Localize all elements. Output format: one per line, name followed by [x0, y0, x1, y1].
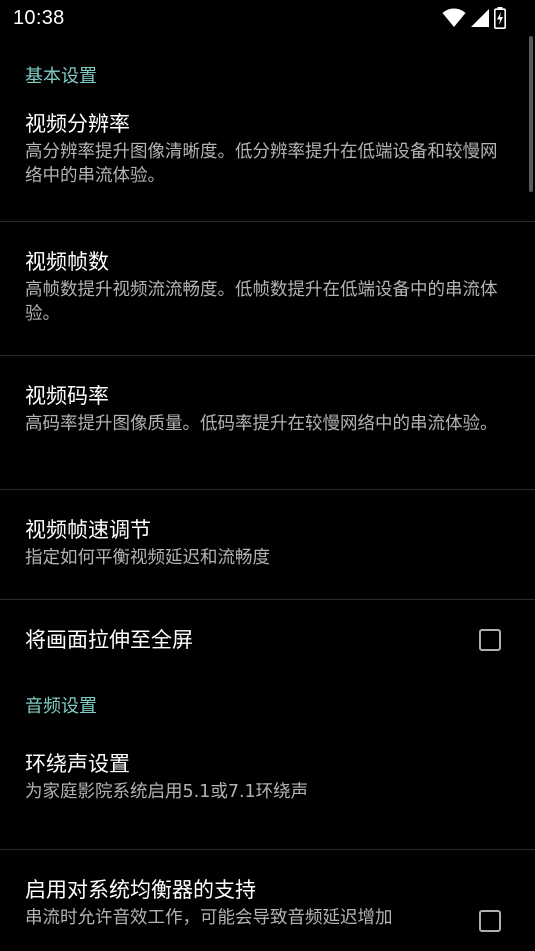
pref-frame-pacing-summary: 指定如何平衡视频延迟和流畅度	[25, 548, 270, 568]
category-audio-settings: 音频设置	[25, 696, 97, 717]
pref-system-equalizer-summary: 串流时允许音效工作，可能会导致音频延迟增加	[25, 908, 393, 928]
pref-video-bitrate[interactable]: 视频码率 高码率提升图像质量。低码率提升在较慢网络中的串流体验。	[0, 356, 535, 490]
battery-charging-icon	[494, 7, 506, 29]
status-bar: 10:38	[0, 0, 535, 36]
pref-video-bitrate-summary: 高码率提升图像质量。低码率提升在较慢网络中的串流体验。	[25, 414, 498, 434]
pref-surround-sound[interactable]: 环绕声设置 为家庭影院系统启用5.1或7.1环绕声	[0, 734, 535, 850]
pref-video-bitrate-title: 视频码率	[25, 384, 109, 408]
category-basic-settings: 基本设置	[25, 66, 97, 87]
pref-frame-pacing-title: 视频帧速调节	[25, 518, 151, 542]
status-icons	[442, 7, 506, 29]
wifi-icon	[442, 8, 466, 28]
pref-system-equalizer-title: 启用对系统均衡器的支持	[25, 878, 256, 902]
pref-system-equalizer-text: 启用对系统均衡器的支持 串流时允许音效工作，可能会导致音频延迟增加	[25, 876, 445, 930]
pref-video-resolution[interactable]: 视频分辨率 高分辨率提升图像清晰度。低分辨率提升在低端设备和较慢网络中的串流体验…	[0, 110, 535, 222]
pref-video-resolution-title: 视频分辨率	[25, 112, 130, 136]
pref-video-fps-title: 视频帧数	[25, 250, 109, 274]
pref-surround-sound-title: 环绕声设置	[25, 752, 130, 776]
pref-system-equalizer[interactable]: 启用对系统均衡器的支持 串流时允许音效工作，可能会导致音频延迟增加	[0, 850, 535, 951]
stretch-fullscreen-checkbox[interactable]	[479, 629, 501, 651]
pref-video-fps[interactable]: 视频帧数 高帧数提升视频流流畅度。低帧数提升在低端设备中的串流体验。	[0, 222, 535, 356]
pref-frame-pacing[interactable]: 视频帧速调节 指定如何平衡视频延迟和流畅度	[0, 490, 535, 600]
status-time: 10:38	[13, 6, 65, 29]
system-equalizer-checkbox[interactable]	[479, 910, 501, 932]
pref-surround-sound-summary: 为家庭影院系统启用5.1或7.1环绕声	[25, 782, 309, 802]
pref-video-resolution-summary: 高分辨率提升图像清晰度。低分辨率提升在低端设备和较慢网络中的串流体验。	[25, 142, 498, 186]
pref-stretch-fullscreen-title: 将画面拉伸至全屏	[25, 628, 193, 652]
pref-video-fps-summary: 高帧数提升视频流流畅度。低帧数提升在低端设备中的串流体验。	[25, 280, 498, 324]
cellular-signal-icon	[470, 8, 490, 28]
scrollbar[interactable]	[529, 36, 533, 192]
settings-list[interactable]: 基本设置 视频分辨率 高分辨率提升图像清晰度。低分辨率提升在低端设备和较慢网络中…	[0, 36, 535, 951]
pref-stretch-fullscreen[interactable]: 将画面拉伸至全屏	[0, 600, 535, 680]
